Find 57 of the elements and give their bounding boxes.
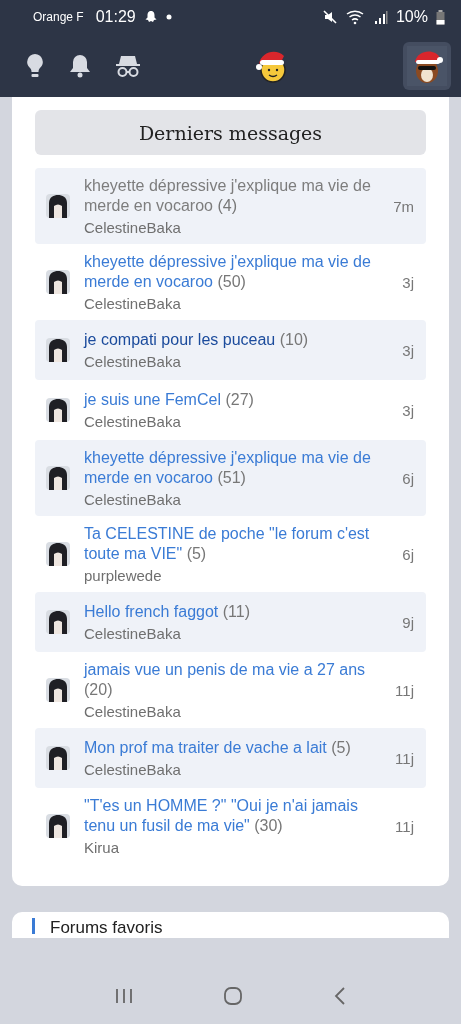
incognito-icon[interactable] [115, 53, 141, 78]
wifi-icon [345, 9, 366, 25]
topic-title: je suis une FemCel (27) [84, 390, 255, 410]
back-icon[interactable] [333, 986, 346, 1005]
topic-row[interactable]: kheyette dépressive j'explique ma vie de merde en vocaroo (51) CelestineBaka 6j [35, 440, 426, 516]
topic-age: 11j [395, 749, 414, 767]
recent-apps-icon[interactable] [115, 987, 134, 1004]
profile-button[interactable] [403, 41, 451, 90]
topic-row[interactable]: jamais vue un penis de ma vie a 27 ans (20) CelestineBaka 11j [35, 652, 426, 728]
author-name: CelestineBaka [84, 219, 182, 236]
topic-row[interactable]: Mon prof ma traiter de vache a lait (5) CelestineBaka 11j [35, 728, 426, 788]
topic-title: "T'es un HOMME ?" "Oui je n'ai jamais tenu un fusil de ma vie" (30) [84, 796, 359, 836]
topic-row[interactable]: "T'es un HOMME ?" "Oui je n'ai jamais tenu un fusil de ma vie" (30) Kirua 11j [35, 788, 426, 864]
topic-age: 3j [402, 341, 414, 359]
carrier-name: Orange F [33, 10, 84, 24]
topic-row[interactable]: Ta CELESTINE de poche "le forum c'est toute ma VIE" (5) purplewede 6j [35, 516, 426, 592]
topic-title: kheyette dépressive j'explique ma vie de merde en vocaroo (51) [84, 448, 372, 488]
lightbulb-icon[interactable] [25, 52, 45, 79]
battery-icon [436, 9, 445, 25]
topic-title: kheyette dépressive j'explique ma vie de merde en vocaroo (4) [84, 176, 372, 216]
topic-title: Hello french faggot (11) [84, 602, 252, 622]
section-header: Derniers messages [35, 110, 426, 155]
author-name: CelestineBaka [84, 703, 182, 720]
topic-age: 11j [395, 681, 414, 699]
topic-age: 3j [402, 273, 414, 291]
home-icon[interactable] [223, 985, 244, 1006]
topic-row[interactable]: je suis une FemCel (27) CelestineBaka 3j [35, 380, 426, 440]
topic-title: kheyette dépressive j'explique ma vie de merde en vocaroo (50) [84, 252, 372, 292]
battery-percent: 10% [395, 8, 428, 26]
author-name: CelestineBaka [84, 761, 182, 778]
bell-icon[interactable] [69, 52, 91, 79]
author-name: Kirua [84, 839, 121, 856]
author-name: purplewede [84, 567, 163, 584]
topic-age: 7m [393, 197, 414, 215]
topic-row[interactable]: Hello french faggot (11) CelestineBaka 9j [35, 592, 426, 652]
topic-age: 3j [402, 401, 414, 419]
topic-row[interactable]: je compati pour les puceau (10) CelestineBaka 3j [35, 320, 426, 380]
topic-row[interactable]: kheyette dépressive j'explique ma vie de merde en vocaroo (50) CelestineBaka 3j [35, 244, 426, 320]
author-name: CelestineBaka [84, 295, 182, 312]
clock: 01:29 [95, 8, 136, 26]
topic-title: Ta CELESTINE de poche "le forum c'est toute ma VIE" (5) [84, 524, 371, 564]
section-header: Forums favoris [50, 918, 163, 938]
dot-icon [165, 14, 172, 20]
author-name: CelestineBaka [84, 625, 182, 642]
topic-age: 6j [402, 469, 414, 487]
topic-row[interactable]: kheyette dépressive j'explique ma vie de merde en vocaroo (4) CelestineBaka 7m [35, 168, 426, 244]
author-name: CelestineBaka [84, 491, 182, 508]
topic-age: 6j [402, 545, 414, 563]
topic-age: 9j [402, 613, 414, 631]
mute-icon [321, 9, 338, 25]
author-name: CelestineBaka [84, 353, 182, 370]
author-name: CelestineBaka [84, 413, 182, 430]
topic-age: 11j [395, 817, 414, 835]
signal-icon [373, 10, 388, 24]
topic-title: jamais vue un penis de ma vie a 27 ans (20) [84, 660, 367, 700]
topic-title: Mon prof ma traiter de vache a lait (5) [84, 738, 352, 758]
topic-title: je compati pour les puceau (10) [84, 330, 310, 350]
